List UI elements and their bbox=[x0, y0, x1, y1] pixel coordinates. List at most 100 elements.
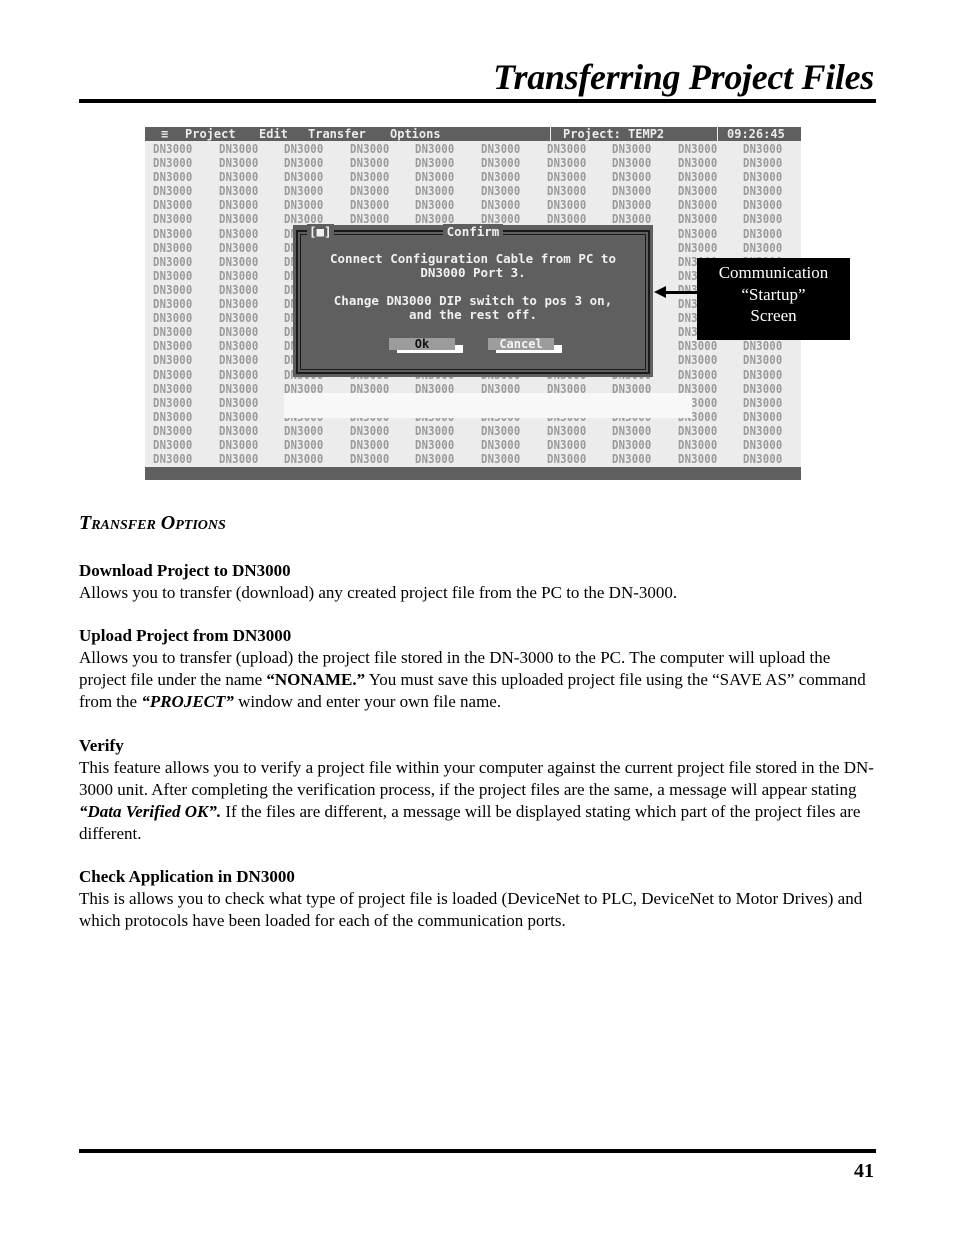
grid-cell: DN3000 bbox=[480, 422, 521, 438]
grid-cell: DN3000 bbox=[349, 169, 390, 185]
grid-cell: DN3000 bbox=[153, 422, 193, 438]
option-verify: Verify This feature allows you to verify… bbox=[79, 735, 879, 845]
grid-cell: DN3000 bbox=[218, 366, 258, 382]
grid-cell: DN3000 bbox=[153, 366, 193, 382]
page-title: Transferring Project Files bbox=[493, 57, 874, 97]
grid-cell: DN3000 bbox=[153, 436, 193, 452]
grid-cell: DN3000 bbox=[743, 380, 783, 396]
grid-cell: DN3000 bbox=[546, 451, 586, 467]
grid-cell: DN3000 bbox=[546, 197, 586, 213]
grid-cell: DN3000 bbox=[153, 141, 193, 156]
grid-cell: DN3000 bbox=[349, 422, 390, 438]
callout-box: Communication “Startup” Screen bbox=[697, 258, 850, 340]
grid-cell: DN3000 bbox=[415, 183, 455, 199]
grid-cell: DN3000 bbox=[480, 141, 521, 156]
grid-cell: DN3000 bbox=[284, 155, 324, 171]
grid-cell: DN3000 bbox=[284, 183, 324, 199]
grid-cell: DN3000 bbox=[218, 436, 258, 452]
grid-cell: DN3000 bbox=[546, 436, 586, 452]
menu-item-transfer[interactable]: Transfer bbox=[308, 127, 366, 141]
grid-cell: DN3000 bbox=[743, 436, 783, 452]
menu-item-edit[interactable]: Edit bbox=[259, 127, 288, 141]
callout-line: Communication bbox=[718, 263, 829, 282]
option-title: Check Application in DN3000 bbox=[79, 867, 295, 886]
option-upload: Upload Project from DN3000 Allows you to… bbox=[79, 625, 879, 713]
option-body: This feature allows you to verify a proj… bbox=[79, 758, 874, 843]
grid-cell: DN3000 bbox=[153, 155, 193, 171]
grid-cell: DN3000 bbox=[218, 141, 258, 156]
grid-cell: DN3000 bbox=[677, 338, 718, 354]
grid-cell: DN3000 bbox=[218, 211, 258, 227]
grid-cell: DN3000 bbox=[743, 408, 783, 424]
grid-cell: DN3000 bbox=[218, 155, 258, 171]
grid-cell: DN3000 bbox=[743, 211, 783, 227]
grid-cell: DN3000 bbox=[153, 183, 193, 199]
menu-separator bbox=[717, 127, 718, 141]
grid-cell: DN3000 bbox=[743, 197, 783, 213]
grid-cell: DN3000 bbox=[218, 253, 258, 269]
grid-cell: DN3000 bbox=[153, 267, 193, 283]
grid-cell: DN3000 bbox=[284, 436, 324, 452]
system-menu-icon[interactable]: ≡ bbox=[161, 127, 168, 141]
grid-cell: DN3000 bbox=[677, 239, 718, 255]
grid-cell: DN3000 bbox=[218, 197, 258, 213]
grid-cell: DN3000 bbox=[153, 451, 193, 467]
grid-cell: DN3000 bbox=[677, 155, 718, 171]
grid-row: DN3000 DN3000 DN3000 DN3000 DN3000 DN3000 DN30… bbox=[153, 169, 801, 185]
menu-item-options[interactable]: Options bbox=[390, 127, 441, 141]
callout-arrow bbox=[664, 291, 698, 294]
option-download: Download Project to DN3000 Allows you to… bbox=[79, 560, 879, 604]
grid-cell: DN3000 bbox=[677, 352, 718, 368]
dialog-title: Confirm bbox=[442, 224, 504, 239]
grid-cell: DN3000 bbox=[153, 380, 193, 396]
page-number: 41 bbox=[854, 1160, 874, 1182]
grid-cell: DN3000 bbox=[218, 352, 258, 368]
grid-cell: DN3000 bbox=[546, 155, 586, 171]
grid-cell: DN3000 bbox=[415, 422, 455, 438]
grid-cell: DN3000 bbox=[480, 183, 521, 199]
option-body: Allows you to transfer (upload) the proj… bbox=[79, 648, 866, 711]
callout-line: Screen bbox=[750, 306, 797, 325]
grid-row: DN3000 DN3000 DN3000 DN3000 DN3000 DN3000 DN30… bbox=[153, 155, 801, 171]
grid-cell: DN3000 bbox=[153, 338, 193, 354]
grid-cell: DN3000 bbox=[349, 436, 390, 452]
confirm-dialog: [■] Confirm Connect Configuration Cable … bbox=[293, 224, 653, 377]
grid-cell: DN3000 bbox=[743, 141, 783, 156]
cancel-button[interactable]: Cancel bbox=[488, 338, 554, 350]
grid-cell: DN3000 bbox=[153, 394, 193, 410]
grid-cell: DN3000 bbox=[284, 422, 324, 438]
grid-cell: DN3000 bbox=[677, 436, 718, 452]
grid-cell: DN3000 bbox=[743, 183, 783, 199]
grid-cell: DN3000 bbox=[284, 197, 324, 213]
grid-cell: DN3000 bbox=[284, 169, 324, 185]
grid-row: DN3000 DN3000 DN3000 DN3000 DN3000 DN3000 DN30… bbox=[153, 141, 801, 156]
emphasis-verified: “Data Verified OK”. bbox=[79, 802, 222, 821]
dialog-shadow bbox=[284, 393, 692, 418]
grid-cell: DN3000 bbox=[153, 281, 193, 297]
grid-cell: DN3000 bbox=[153, 408, 193, 424]
grid-cell: DN3000 bbox=[743, 352, 783, 368]
grid-row: DN3000 DN3000 DN3000 DN3000 DN3000 DN3000 DN30… bbox=[153, 183, 801, 199]
ok-button[interactable]: Ok bbox=[389, 338, 455, 350]
clock: 09:26:45 bbox=[727, 127, 785, 141]
grid-cell: DN3000 bbox=[218, 451, 258, 467]
project-name-label: Project: TEMP2 bbox=[563, 127, 665, 141]
grid-cell: DN3000 bbox=[415, 436, 455, 452]
grid-cell: DN3000 bbox=[415, 169, 455, 185]
grid-cell: DN3000 bbox=[612, 436, 652, 452]
grid-cell: DN3000 bbox=[743, 451, 783, 467]
grid-cell: DN3000 bbox=[743, 225, 783, 241]
grid-cell: DN3000 bbox=[743, 394, 783, 410]
grid-cell: DN3000 bbox=[677, 422, 718, 438]
menu-item-project[interactable]: Project bbox=[185, 127, 236, 141]
grid-cell: DN3000 bbox=[480, 169, 521, 185]
grid-cell: DN3000 bbox=[612, 197, 652, 213]
grid-cell: DN3000 bbox=[218, 267, 258, 283]
grid-cell: DN3000 bbox=[153, 239, 193, 255]
grid-cell: DN3000 bbox=[677, 197, 718, 213]
grid-cell: DN3000 bbox=[218, 169, 258, 185]
grid-cell: DN3000 bbox=[349, 141, 390, 156]
grid-cell: DN3000 bbox=[218, 408, 258, 424]
menu-separator bbox=[550, 127, 551, 141]
option-body: This is allows you to check what type of… bbox=[79, 889, 863, 930]
